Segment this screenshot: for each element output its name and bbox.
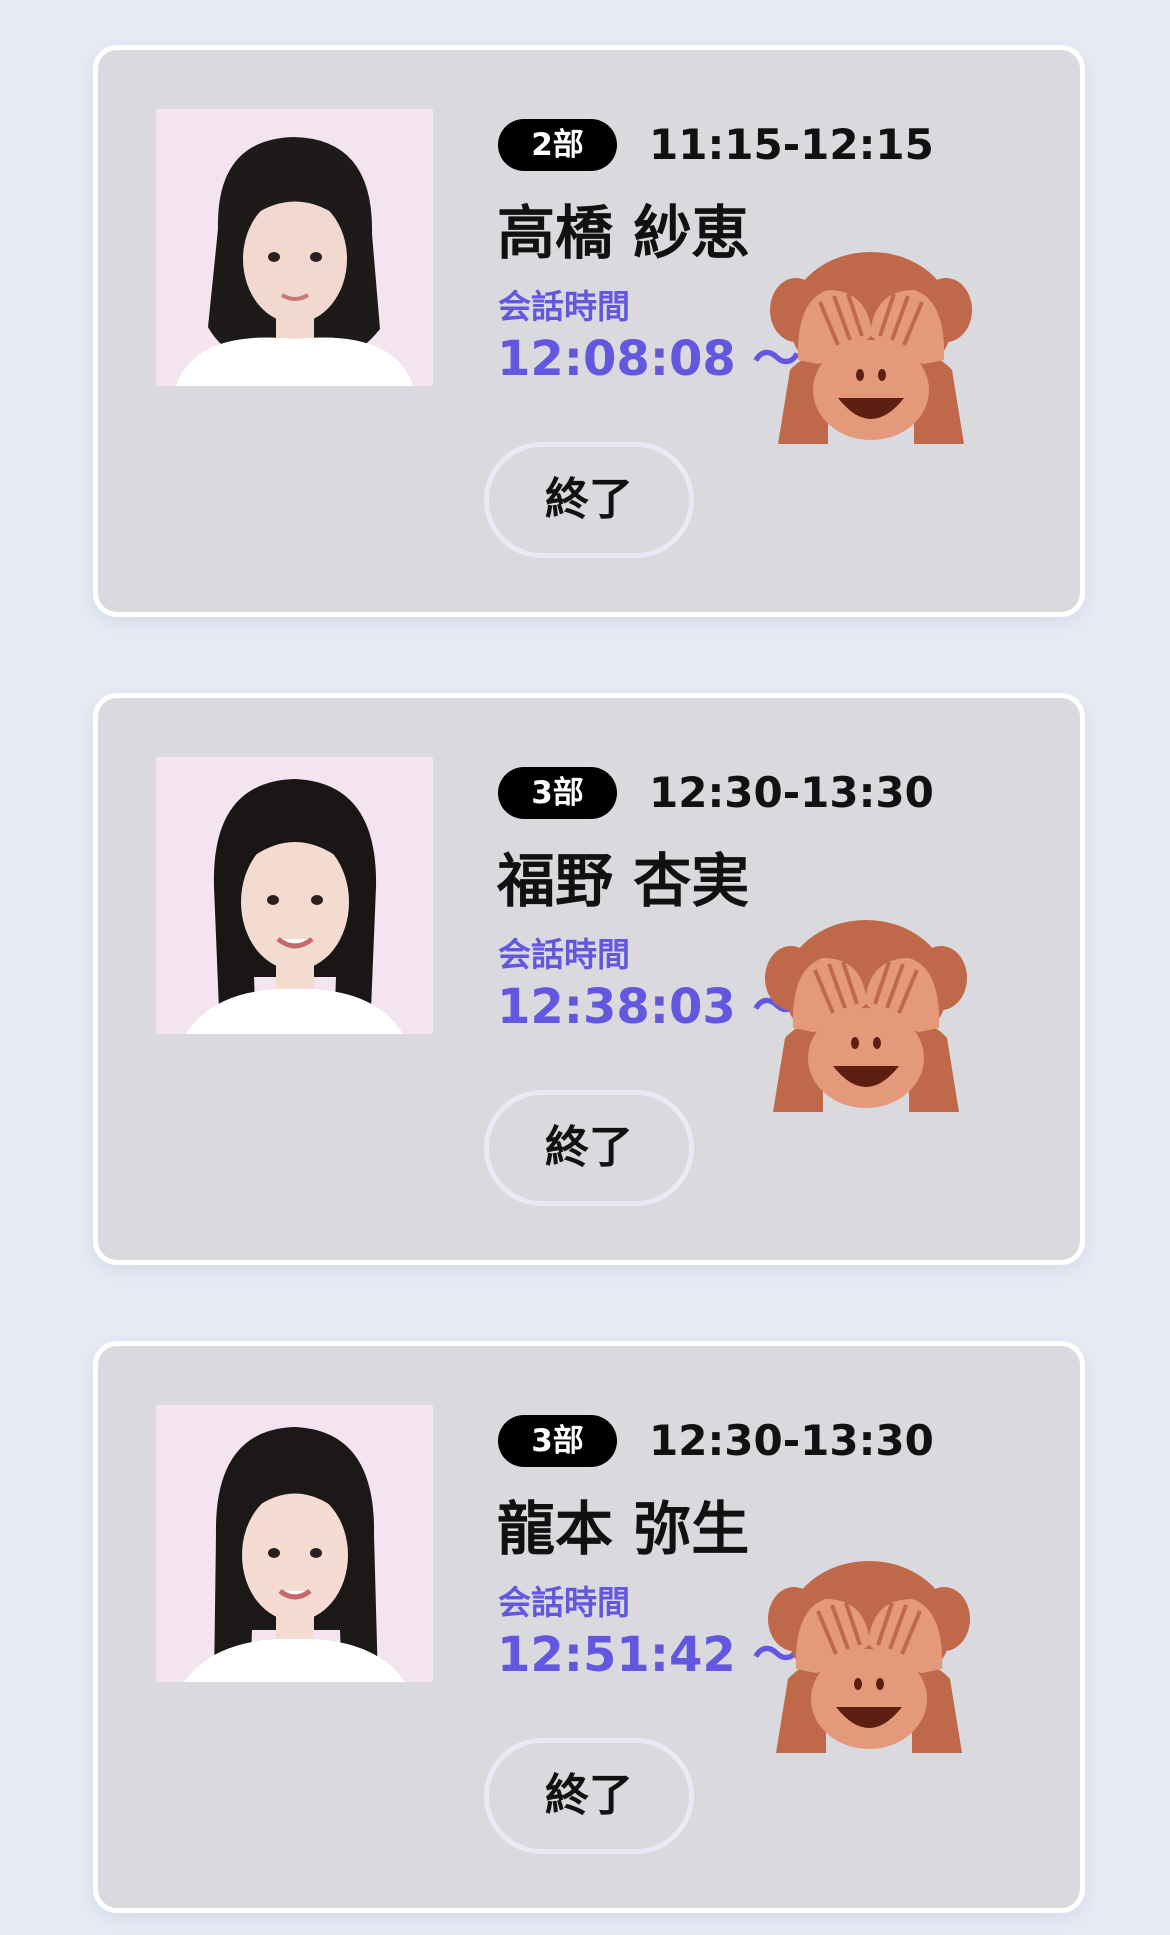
end-button[interactable]: 終了 xyxy=(484,442,694,558)
session-card: 3部 12:30-13:30 福野 杏実 会話時間 12:38:03 〜 1 終… xyxy=(93,693,1085,1265)
end-button[interactable]: 終了 xyxy=(484,1738,694,1854)
part-badge: 3部 xyxy=(498,1415,617,1467)
talk-time-label: 会話時間 xyxy=(498,287,630,326)
end-button[interactable]: 終了 xyxy=(484,1090,694,1206)
slot-time: 11:15-12:15 xyxy=(649,120,934,169)
see-no-evil-monkey-icon xyxy=(766,1549,972,1753)
talk-time-label: 会話時間 xyxy=(498,1583,630,1622)
member-photo xyxy=(156,757,433,1034)
see-no-evil-monkey-icon xyxy=(768,240,974,444)
session-card: 2部 11:15-12:15 高橋 紗恵 会話時間 12:08:08 〜 1 終… xyxy=(93,45,1085,617)
member-photo xyxy=(156,109,433,386)
member-name: 福野 杏実 xyxy=(497,847,750,915)
member-name: 龍本 弥生 xyxy=(497,1495,750,1563)
part-badge: 2部 xyxy=(498,119,617,171)
part-badge: 3部 xyxy=(498,767,617,819)
see-no-evil-monkey-icon xyxy=(763,908,969,1112)
talk-time-label: 会話時間 xyxy=(498,935,630,974)
member-name: 高橋 紗恵 xyxy=(497,199,750,267)
slot-time: 12:30-13:30 xyxy=(649,1416,934,1465)
member-photo xyxy=(156,1405,433,1682)
slot-time: 12:30-13:30 xyxy=(649,768,934,817)
session-card: 3部 12:30-13:30 龍本 弥生 会話時間 12:51:42 〜 1 終… xyxy=(93,1341,1085,1913)
